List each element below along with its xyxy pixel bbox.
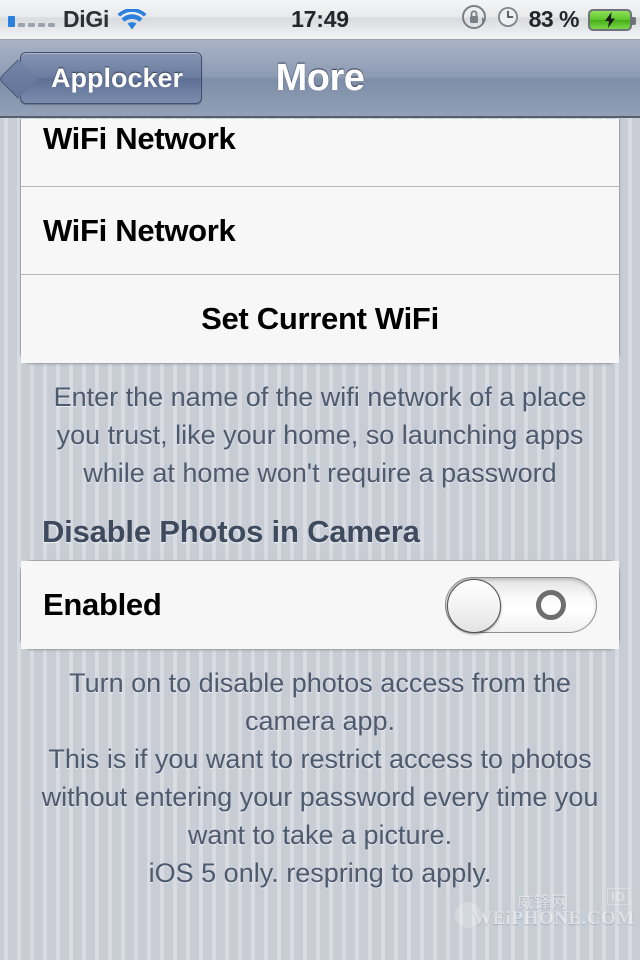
cell-label: WiFi Network	[43, 212, 236, 248]
navigation-bar: Applocker More	[0, 40, 640, 118]
wifi-icon	[117, 8, 147, 31]
set-current-wifi-button[interactable]: Set Current WiFi	[21, 275, 619, 363]
rotation-lock-icon	[461, 4, 487, 35]
back-button-applocker[interactable]: Applocker	[20, 52, 203, 104]
battery-charging-icon	[588, 8, 636, 31]
wifi-section-footer: Enter the name of the wifi network of a …	[53, 382, 587, 488]
table-row[interactable]: WiFi Network	[21, 187, 619, 275]
cell-label: Set Current WiFi	[201, 301, 439, 336]
alarm-clock-icon	[496, 5, 520, 34]
table-row[interactable]: WiFi Network	[21, 119, 619, 187]
circle-off-icon	[536, 590, 566, 620]
disable-photos-group: Enabled	[20, 560, 620, 650]
back-button-label: Applocker	[51, 62, 184, 93]
cell-label: WiFi Network	[43, 121, 236, 156]
toggle-knob[interactable]	[447, 579, 501, 633]
section-header-disable-photos: Disable Photos in Camera	[42, 514, 420, 549]
status-bar-left: DiGi	[8, 6, 147, 33]
status-bar-right: 83 %	[461, 4, 636, 35]
table-row[interactable]: Enabled	[21, 561, 619, 649]
wifi-network-group: WiFi Network WiFi Network Set Current Wi…	[20, 119, 620, 364]
signal-strength-icon	[8, 12, 55, 28]
carrier-label: DiGi	[63, 6, 110, 32]
cell-label: Enabled	[43, 587, 162, 622]
status-bar: DiGi 17:49 83 %	[0, 0, 640, 40]
battery-percent-label: 83 %	[528, 6, 580, 32]
enabled-toggle-switch[interactable]	[445, 577, 597, 633]
settings-scroll-view[interactable]: WiFi Network WiFi Network Set Current Wi…	[0, 119, 640, 960]
photos-section-footer: Turn on to disable photos access from th…	[41, 668, 599, 888]
